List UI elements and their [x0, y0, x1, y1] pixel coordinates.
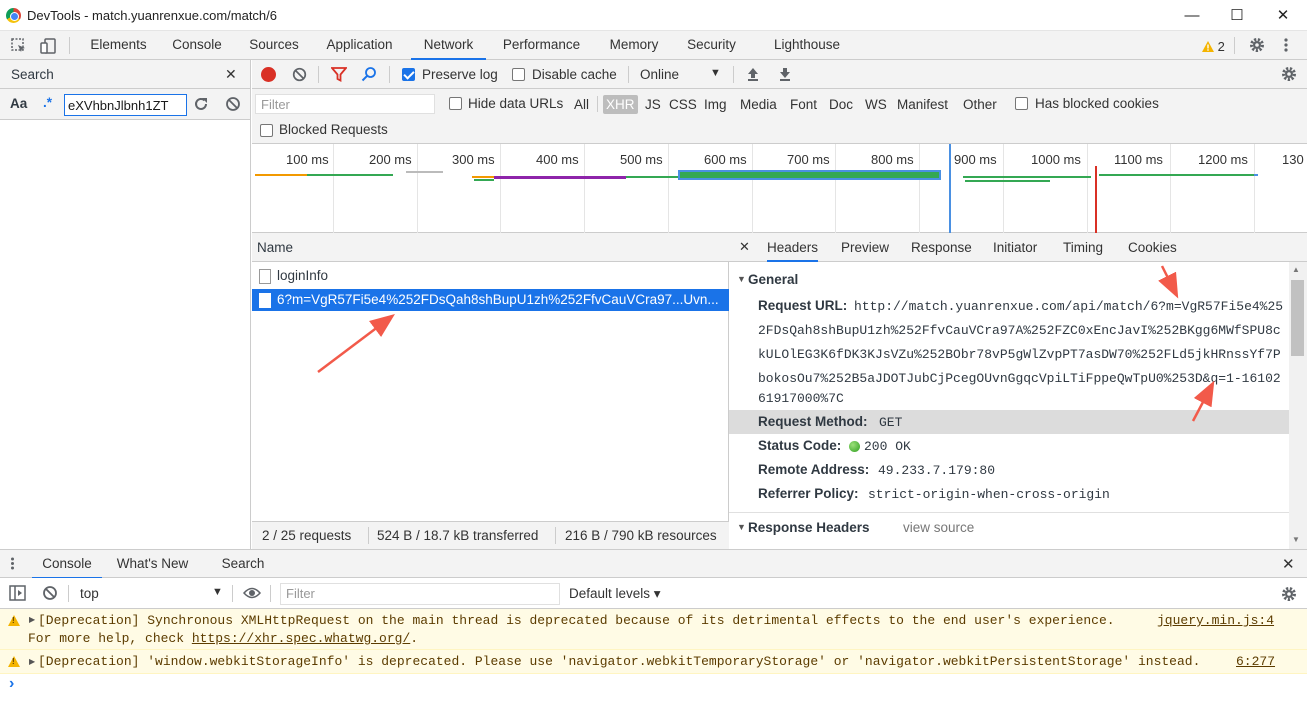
- red-arrow: [1191, 380, 1215, 422]
- red-arrow: [1158, 265, 1179, 299]
- annotation-arrows: [317, 265, 1215, 422]
- red-arrow: [317, 313, 395, 373]
